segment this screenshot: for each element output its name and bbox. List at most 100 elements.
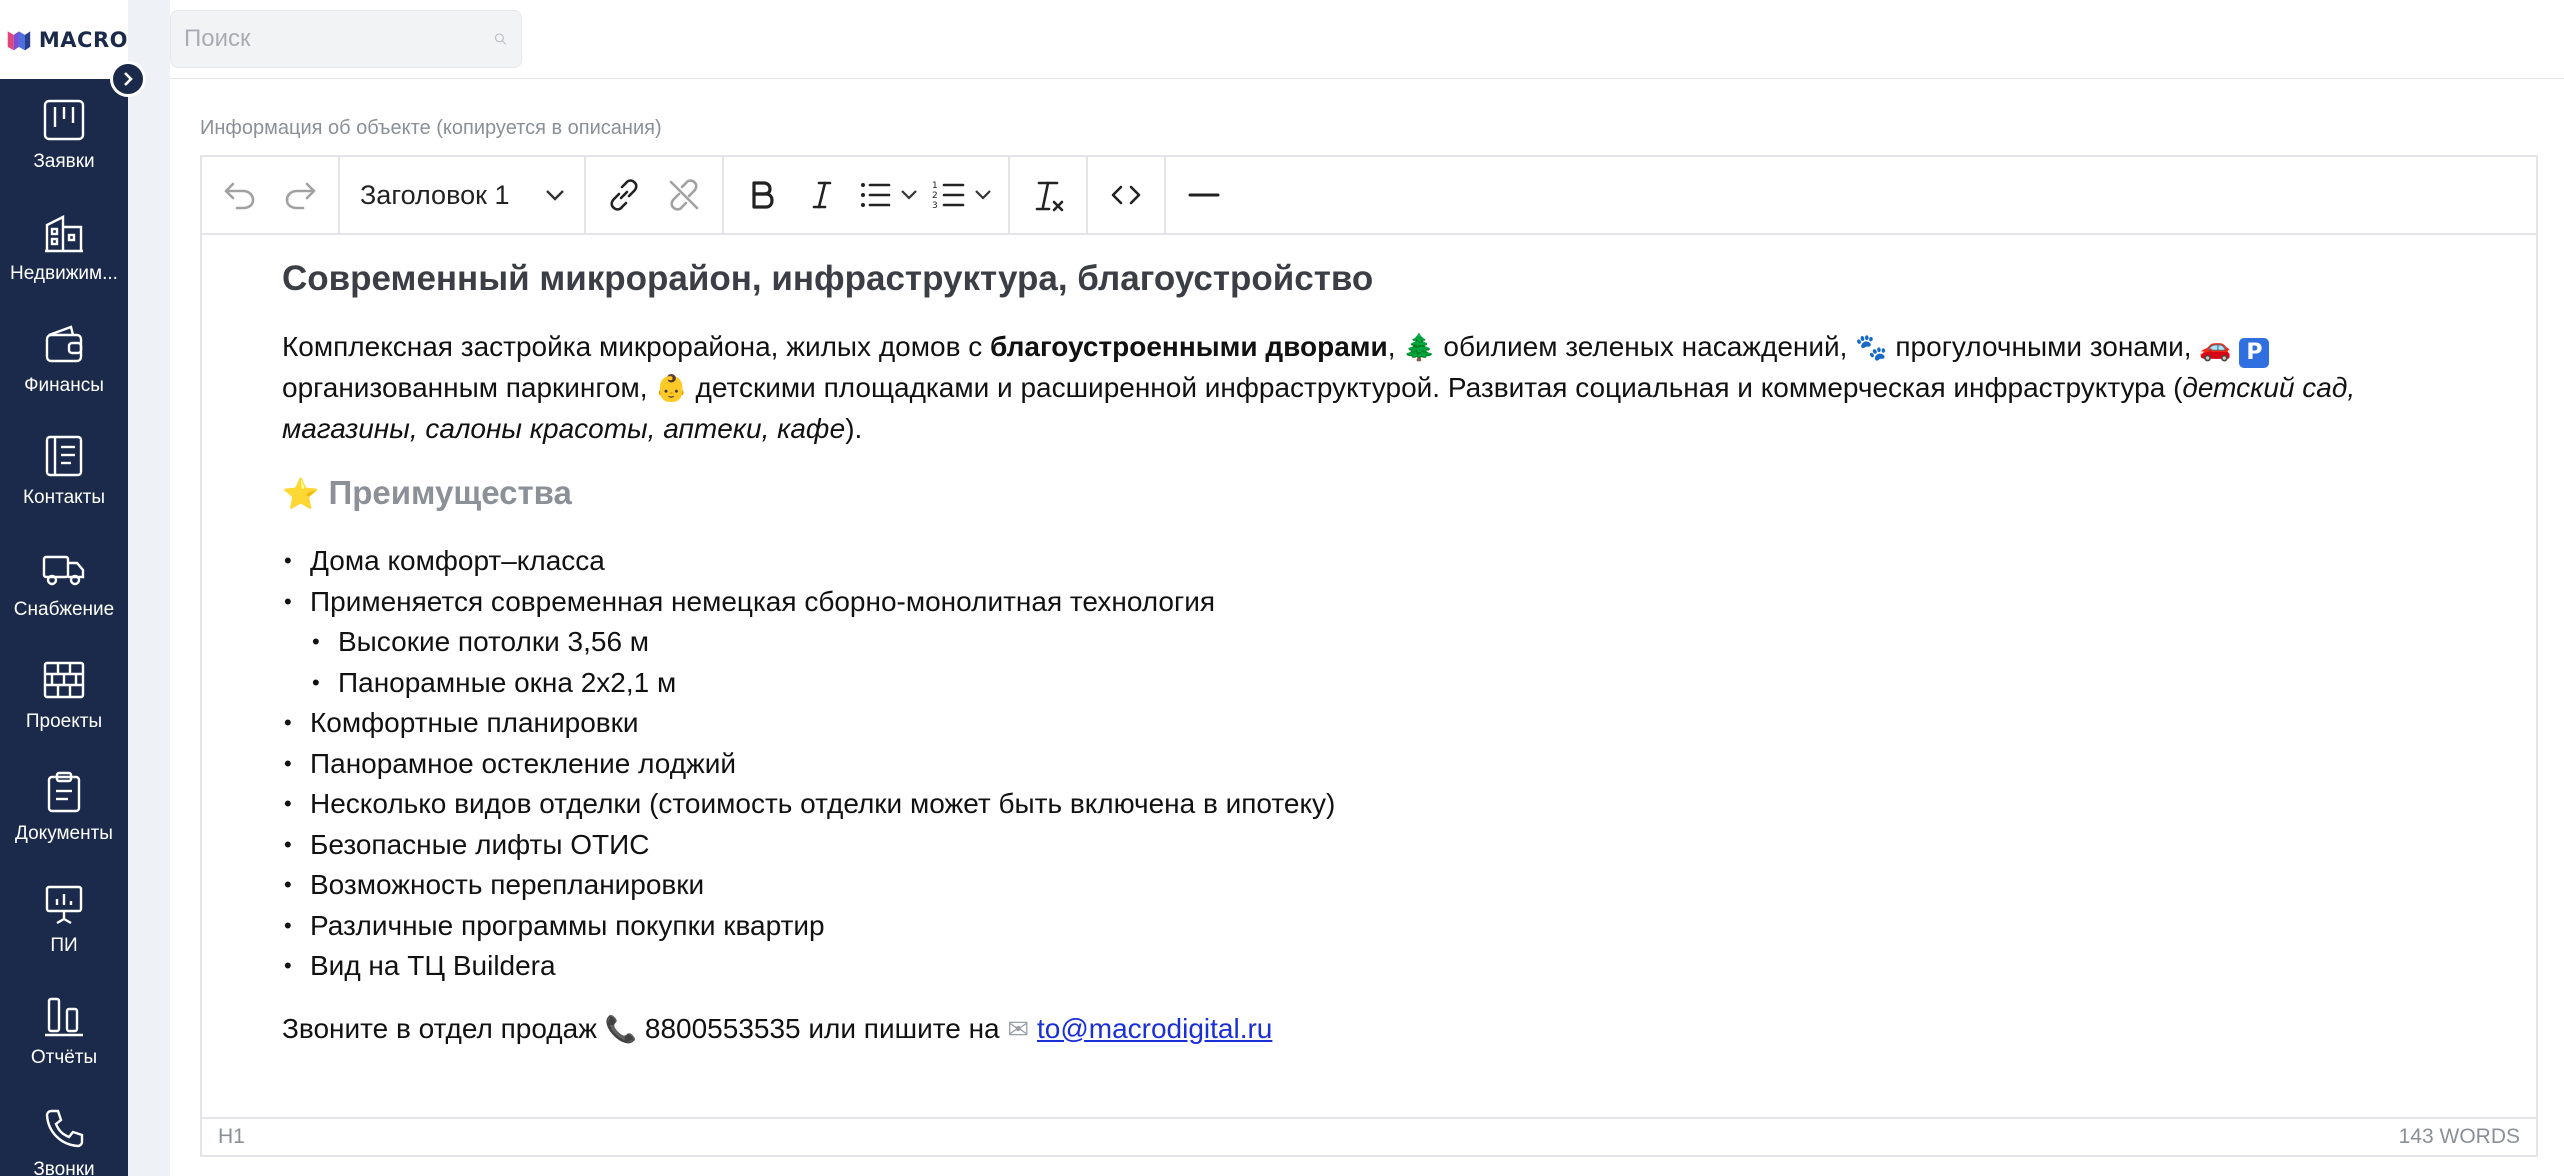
text-run: Звоните в отдел продаж [282,1012,605,1044]
sidebar-item-calls[interactable]: Звонки [0,1087,128,1176]
sidebar-item-label: Снабжение [13,599,115,620]
clipboard-icon [47,771,81,813]
text-run: Комплексная застройка микрорайона, жилых… [282,331,990,362]
list-item[interactable]: Вид на ТЦ Buildera [282,946,2456,987]
doc-subheading-advantages[interactable]: ⭐ Преимущества [282,471,2456,517]
sidebar-collapse-button[interactable] [110,61,146,97]
chevron-down-icon [546,190,564,201]
search-box[interactable] [170,10,522,68]
text-run: , [1387,331,1404,362]
sidebar-item-label: Контакты [22,487,106,508]
italic-button[interactable] [792,165,852,225]
top-header [170,0,2564,79]
list-item[interactable]: Применяется современная немецкая сборно-… [282,582,2456,623]
logo[interactable]: MACRO [0,0,128,79]
doc-intro-paragraph[interactable]: Комплексная застройка микрорайона, жилых… [282,327,2456,449]
advantages-list-continued: Комфортные планировки Панорамное остекле… [282,703,2456,987]
tree-icon: 🌲 [1403,333,1436,363]
redo-button[interactable] [270,165,330,225]
list-item[interactable]: Безопасные лифты ОТИС [282,825,2456,866]
insert-link-button[interactable] [594,165,654,225]
sidebar-item-finance[interactable]: Финансы [0,303,128,415]
search-icon[interactable] [494,24,507,54]
list-item[interactable]: Различные программы покупки квартир [282,906,2456,947]
numbered-list-button[interactable]: 123 [926,165,1000,225]
undo-icon [224,182,255,210]
list-item[interactable]: Возможность перепланировки [282,865,2456,906]
clear-formatting-icon [1035,181,1064,212]
sidebar: MACRO Заявки Недвижим... Финансы Контакт… [0,0,128,1176]
sidebar-item-pi[interactable]: ПИ [0,863,128,975]
block-format-select[interactable]: Заголовок 1 [344,165,580,225]
baby-icon: 👶 [655,374,688,404]
sidebar-item-label: ПИ [50,935,78,956]
horizontal-line-icon [1188,193,1220,197]
sidebar-item-label: Звонки [33,1159,95,1176]
history-group [202,157,340,233]
sidebar-item-label: Проекты [25,711,103,732]
text-run: детскими площадками и расширенной инфрас… [687,372,2183,403]
inline-format-group: 123 [724,157,1010,233]
code-group [1088,157,1166,233]
sidebar-item-label: Недвижим... [10,263,118,284]
parking-icon: P [2239,338,2270,368]
rich-text-editor: Заголовок 1 1 2 3 Современный микрорайон… [200,155,2538,1157]
phone-number: 8800553535 [644,1012,801,1044]
sidebar-item-documents[interactable]: Документы [0,751,128,863]
doc-contact-paragraph[interactable]: Звоните в отдел продаж 📞 8800553535 или … [282,1009,2456,1050]
sidebar-item-requests[interactable]: Заявки [0,79,128,191]
car-icon: 🚗 [2199,333,2232,363]
sidebar-item-label: Документы [15,823,113,844]
list-item[interactable]: Панорамные окна 2х2,1 м [282,663,2456,704]
editor-content[interactable]: Современный микрорайон, инфраструктура, … [202,235,2536,1119]
link-icon [610,179,638,211]
bold-button[interactable] [732,165,792,225]
sidebar-item-reports[interactable]: Отчёты [0,975,128,1087]
chevron-down-icon[interactable] [896,182,922,208]
content-gutter [128,0,170,1176]
sidebar-item-real-estate[interactable]: Недвижим... [0,191,128,303]
remove-link-button[interactable] [654,165,714,225]
editor-statusbar: H1 143 WORDS [202,1117,2536,1155]
sidebar-item-contacts[interactable]: Контакты [0,415,128,527]
sidebar-item-supply[interactable]: Снабжение [0,527,128,639]
unlink-icon [669,179,699,211]
logo-text: MACRO [38,27,128,52]
word-count[interactable]: 143 WORDS [2399,1125,2520,1149]
chevron-right-icon [124,72,133,86]
brick-wall-icon [43,661,85,699]
svg-text:3: 3 [932,201,938,211]
svg-text:1: 1 [932,181,938,191]
text-run: организованным паркингом, [282,372,656,403]
search-input[interactable] [184,25,494,53]
list-item[interactable]: Панорамное остекление лоджий [282,744,2456,785]
doc-heading[interactable]: Современный микрорайон, инфраструктура, … [282,257,2456,301]
numbered-list-icon: 123 [932,181,965,211]
sidebar-item-projects[interactable]: Проекты [0,639,128,751]
advantages-list: Дома комфорт–класса Применяется современ… [282,541,2456,622]
source-code-button[interactable] [1096,165,1156,225]
block-format-group: Заголовок 1 [340,157,586,233]
bullet-list-button[interactable] [852,165,926,225]
list-item[interactable]: Несколько видов отделки (стоимость отдел… [282,784,2456,825]
element-path[interactable]: H1 [218,1125,245,1149]
redo-icon [285,182,316,210]
paws-icon: 🐾 [1855,333,1888,363]
chevron-down-icon[interactable] [970,182,996,208]
list-item[interactable]: Дома комфорт–класса [282,541,2456,582]
main-content: Информация об объекте (копируется в опис… [170,79,2564,1176]
building-icon [45,215,83,253]
clear-formatting-button[interactable] [1018,165,1078,225]
kanban-icon [43,99,85,141]
horizontal-rule-button[interactable] [1174,165,1234,225]
list-item[interactable]: Комфортные планировки [282,703,2456,744]
advantages-nested-list: Высокие потолки 3,56 м Панорамные окна 2… [282,622,2456,703]
bold-text: благоустроенными дворами [990,331,1388,362]
text-run: обилием зеленых насаждений, [1435,331,1856,362]
email-link[interactable]: to@macrodigital.ru [1037,1013,1272,1044]
undo-button[interactable] [210,165,270,225]
list-item[interactable]: Высокие потолки 3,56 м [282,622,2456,663]
sidebar-item-label: Отчёты [30,1047,98,1068]
presentation-icon [45,885,83,925]
macro-logo-icon [7,30,31,50]
